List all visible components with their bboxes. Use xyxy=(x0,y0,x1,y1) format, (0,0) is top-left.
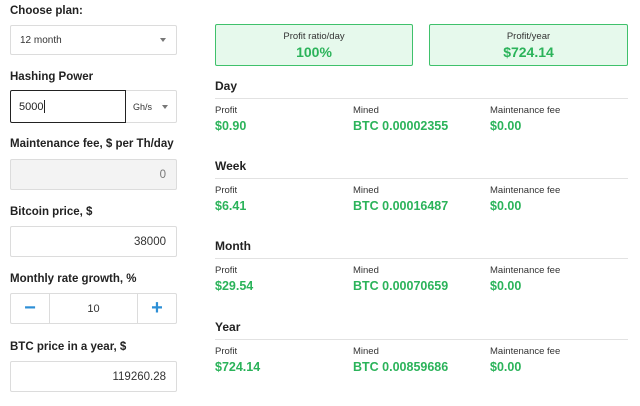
fee-value: $0.00 xyxy=(490,279,522,293)
chevron-down-icon xyxy=(160,38,166,42)
hashing-unit-value: Gh/s xyxy=(133,101,153,112)
plan-label: Choose plan: xyxy=(10,5,83,17)
profit-column: Profit $29.54 xyxy=(215,265,253,293)
divider xyxy=(215,178,628,179)
minus-icon[interactable]: − xyxy=(11,294,49,323)
monthly-growth-label: Monthly rate growth, % xyxy=(10,273,137,285)
profit-label: Profit xyxy=(215,105,238,116)
fee-column: Maintenance fee $0.00 xyxy=(490,265,560,293)
period-month: Month Profit $29.54 Mined BTC 0.00070659… xyxy=(215,239,628,299)
mined-value: BTC 0.00002355 xyxy=(353,119,449,133)
profit-value: $724.14 xyxy=(215,360,261,374)
profit-column: Profit $724.14 xyxy=(215,346,260,374)
profit-year-label: Profit/year xyxy=(506,31,551,42)
hashing-power-value: 5000 xyxy=(19,100,44,113)
maintenance-fee-value: 0 xyxy=(159,168,166,181)
btc-year-price-input: 119260.28 xyxy=(10,361,177,392)
profit-ratio-card: Profit ratio/day 100% xyxy=(215,24,413,66)
profit-value: $29.54 xyxy=(215,279,254,293)
fee-label: Maintenance fee xyxy=(490,105,561,116)
mined-label: Mined xyxy=(353,185,379,196)
profit-label: Profit xyxy=(215,185,238,196)
mined-column: Mined BTC 0.00016487 xyxy=(353,185,448,213)
mined-label: Mined xyxy=(353,346,379,357)
btc-year-price-value: 119260.28 xyxy=(112,370,166,383)
period-year: Year Profit $724.14 Mined BTC 0.00859686… xyxy=(215,320,628,380)
hashing-power-label: Hashing Power xyxy=(10,71,94,83)
divider xyxy=(215,339,628,340)
btc-year-price-label: BTC price in a year, $ xyxy=(10,341,127,353)
fee-label: Maintenance fee xyxy=(490,265,561,276)
hashing-unit-select[interactable]: Gh/s xyxy=(126,90,177,123)
mined-column: Mined BTC 0.00070659 xyxy=(353,265,448,293)
profit-value: $0.90 xyxy=(215,119,247,133)
maintenance-fee-label: Maintenance fee, $ per Th/day xyxy=(10,138,174,150)
profit-value: $6.41 xyxy=(215,199,247,213)
bitcoin-price-input[interactable]: 38000 xyxy=(10,226,177,257)
maintenance-fee-input: 0 xyxy=(10,159,177,190)
bitcoin-price-value: 38000 xyxy=(134,235,166,248)
chevron-down-icon xyxy=(162,104,168,109)
bitcoin-price-label: Bitcoin price, $ xyxy=(10,206,93,218)
mined-label: Mined xyxy=(353,105,379,116)
divider xyxy=(215,98,628,99)
period-title: Day xyxy=(215,79,238,93)
profit-year-value: $724.14 xyxy=(503,44,554,60)
plan-select[interactable]: 12 month xyxy=(10,25,177,55)
monthly-growth-value[interactable]: 10 xyxy=(49,294,138,323)
fee-label: Maintenance fee xyxy=(490,185,561,196)
hashing-power-input[interactable]: 5000 xyxy=(10,90,126,123)
mined-column: Mined BTC 0.00002355 xyxy=(353,105,448,133)
period-title: Year xyxy=(215,320,241,334)
mined-column: Mined BTC 0.00859686 xyxy=(353,346,448,374)
fee-value: $0.00 xyxy=(490,360,522,374)
plus-icon[interactable]: + xyxy=(138,294,176,323)
plan-select-value: 12 month xyxy=(20,34,62,46)
profit-year-card: Profit/year $724.14 xyxy=(429,24,628,66)
period-title: Week xyxy=(215,159,247,173)
divider xyxy=(215,258,628,259)
mined-label: Mined xyxy=(353,265,379,276)
fee-value: $0.00 xyxy=(490,199,522,213)
mined-value: BTC 0.00859686 xyxy=(353,360,449,374)
hashing-power-group: 5000 Gh/s xyxy=(10,90,177,123)
fee-column: Maintenance fee $0.00 xyxy=(490,346,560,374)
fee-column: Maintenance fee $0.00 xyxy=(490,185,560,213)
profit-ratio-value: 100% xyxy=(296,44,332,60)
fee-label: Maintenance fee xyxy=(490,346,561,357)
fee-column: Maintenance fee $0.00 xyxy=(490,105,560,133)
period-day: Day Profit $0.90 Mined BTC 0.00002355 Ma… xyxy=(215,79,628,139)
profit-ratio-label: Profit ratio/day xyxy=(283,31,345,42)
fee-value: $0.00 xyxy=(490,119,522,133)
profit-column: Profit $6.41 xyxy=(215,185,246,213)
period-title: Month xyxy=(215,239,251,253)
text-cursor xyxy=(44,100,46,113)
profit-column: Profit $0.90 xyxy=(215,105,246,133)
period-week: Week Profit $6.41 Mined BTC 0.00016487 M… xyxy=(215,159,628,219)
monthly-growth-stepper: − 10 + xyxy=(10,293,177,324)
profit-label: Profit xyxy=(215,346,238,357)
mined-value: BTC 0.00016487 xyxy=(353,199,449,213)
profit-label: Profit xyxy=(215,265,238,276)
mined-value: BTC 0.00070659 xyxy=(353,279,449,293)
